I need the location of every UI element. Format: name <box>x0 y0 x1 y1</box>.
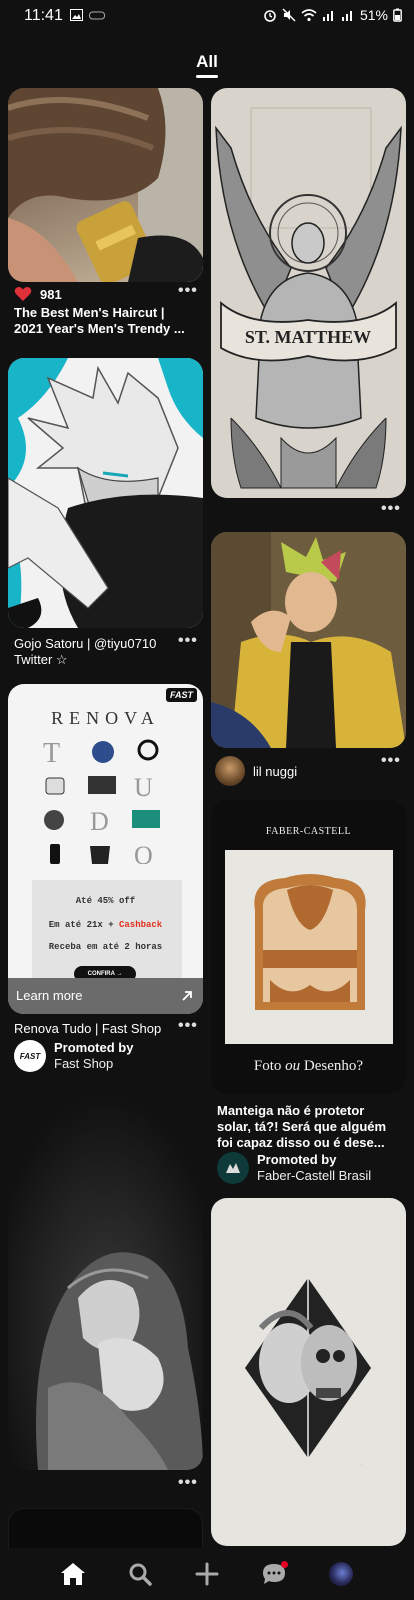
battery-icon <box>393 8 402 22</box>
title-line: Manteiga não é protetor <box>217 1103 365 1118</box>
title-line: 2021 Year's Men's Trendy ... <box>14 321 185 336</box>
nav-create[interactable] <box>187 1554 227 1594</box>
cloud-icon <box>89 11 105 20</box>
learn-more-label: Learn more <box>16 988 83 1003</box>
tab-all[interactable]: All <box>0 52 414 72</box>
promo-line-2-text: Em até 21x + <box>48 920 119 930</box>
caption-part-italic: ou <box>285 1058 301 1074</box>
mute-icon <box>282 8 296 22</box>
nav-home[interactable] <box>53 1554 93 1594</box>
plus-icon <box>195 1562 219 1586</box>
nav-profile[interactable] <box>321 1554 361 1594</box>
pin-more-button[interactable]: ••• <box>178 1474 198 1492</box>
pin-image-haircut[interactable] <box>8 88 203 282</box>
anime-character-illustration <box>211 532 406 748</box>
pin-image-madonna[interactable] <box>8 1088 203 1470</box>
pin-title-renova[interactable]: Renova Tudo | Fast Shop <box>14 1021 184 1037</box>
svg-text:D: D <box>90 807 109 836</box>
faber-caption: Foto ou Desenho? <box>211 1058 406 1075</box>
creator-avatar <box>215 756 245 786</box>
creator-name: lil nuggi <box>253 763 298 779</box>
learn-more-bar[interactable]: Learn more <box>8 978 203 1014</box>
like-count: 981 <box>40 286 62 302</box>
advertiser-avatar <box>217 1152 249 1184</box>
promo-line-2: Em até 21x + Cashback <box>8 920 203 930</box>
pin-image-faber-ad[interactable]: FABER-CASTELL Foto ou Desenho? <box>211 800 406 1094</box>
tab-active-indicator <box>196 75 218 78</box>
pin-title-gojo[interactable]: Gojo Satoru | @tiyu0710 Twitter ☆ <box>14 636 184 668</box>
toast-illustration <box>225 850 393 1044</box>
promoted-by-faber[interactable]: Promoted by Faber-Castell Brasil <box>217 1152 371 1184</box>
pin-more-button[interactable]: ••• <box>178 1017 198 1035</box>
pin-image-anime-character[interactable] <box>211 532 406 748</box>
caption-part: Foto <box>253 1058 286 1074</box>
promoted-by-fastshop[interactable]: FAST Promoted by Fast Shop <box>14 1040 133 1072</box>
faber-brand: FABER-CASTELL <box>265 826 352 837</box>
pin-more-button[interactable]: ••• <box>381 752 401 770</box>
title-line: Twitter ☆ <box>14 652 68 667</box>
promo-line-1: Até 45% off <box>75 896 136 906</box>
toast-image <box>225 850 393 1044</box>
caption-part: Desenho? <box>300 1058 364 1074</box>
signal-icon <box>341 11 352 21</box>
product-grid: T U D O <box>43 738 160 864</box>
ad-heading: RENOVA <box>51 708 160 728</box>
battery-percent: 51% <box>359 7 388 23</box>
title-line: Gojo Satoru | @tiyu0710 <box>14 636 157 651</box>
st-matthew-illustration: ST. MATTHEW <box>215 107 402 489</box>
promoted-label: Promoted by <box>257 1152 337 1167</box>
title-line: The Best Men's Haircut | <box>14 305 165 320</box>
cashback-text: Cashback <box>119 920 163 930</box>
gojo-illustration <box>8 358 203 628</box>
advertiser-avatar: FAST <box>14 1040 46 1072</box>
search-icon <box>129 1563 152 1586</box>
svg-text:U: U <box>134 773 153 802</box>
promoted-label: Promoted by <box>54 1040 134 1055</box>
pin-image-gojo[interactable] <box>8 358 203 628</box>
avatar-text: FAST <box>19 1051 41 1061</box>
pin-title-haircut[interactable]: The Best Men's Haircut | 2021 Year's Men… <box>14 305 194 337</box>
home-icon <box>61 1563 86 1585</box>
status-bar: 11:41 51% <box>0 0 414 34</box>
signal-icon <box>322 11 333 21</box>
pin-more-button[interactable]: ••• <box>178 282 198 300</box>
status-right: 51% <box>263 7 402 23</box>
pin-image-statue-skull[interactable]: · <box>211 1198 406 1546</box>
banner-text: ST. MATTHEW <box>245 327 371 347</box>
promo-line-3: Receba em até 2 horas <box>48 942 163 952</box>
title-line: solar, tá?! Será que alguém <box>217 1119 387 1134</box>
image-icon <box>70 9 83 21</box>
statue-skull-illustration: · <box>245 1278 371 1467</box>
status-time: 11:41 <box>24 7 63 24</box>
advertiser-name: Fast Shop <box>54 1056 114 1071</box>
promoted-text: Promoted by Faber-Castell Brasil <box>257 1152 371 1184</box>
pin-creator-row[interactable]: lil nuggi <box>215 756 297 786</box>
promoted-text: Promoted by Fast Shop <box>54 1040 133 1072</box>
svg-text:O: O <box>134 841 153 864</box>
pin-more-button[interactable]: ••• <box>381 500 401 518</box>
like-count-row: 981 <box>14 286 62 302</box>
pin-title-faber[interactable]: Manteiga não é protetor solar, tá?! Será… <box>217 1103 402 1151</box>
haircut-illustration <box>8 88 203 282</box>
pin-image-st-matthew[interactable]: ST. MATTHEW <box>211 88 406 498</box>
nav-search[interactable] <box>120 1554 160 1594</box>
title-line: foi capaz disso ou é dese... <box>217 1135 385 1150</box>
brand-badge: FAST <box>165 688 197 702</box>
svg-text:T: T <box>43 738 60 769</box>
pin-more-button[interactable]: ••• <box>178 632 198 650</box>
notification-dot <box>280 1561 288 1568</box>
nav-messages[interactable] <box>254 1554 294 1594</box>
pin-image-renova-ad[interactable]: FAST RENOVA T U D O Até 45% off Em até 2… <box>8 684 203 1014</box>
profile-avatar <box>328 1562 353 1586</box>
alarm-icon <box>264 10 276 22</box>
faber-logo-icon <box>226 1163 240 1173</box>
madonna-illustration <box>8 1088 203 1470</box>
bottom-nav <box>0 1548 414 1600</box>
advertiser-name: Faber-Castell Brasil <box>257 1168 372 1183</box>
status-left-icons <box>70 9 105 21</box>
watermark-mark: · <box>361 1462 362 1467</box>
arrow-up-right-icon <box>182 991 192 1001</box>
wifi-icon <box>301 8 317 21</box>
heart-icon <box>14 287 32 301</box>
